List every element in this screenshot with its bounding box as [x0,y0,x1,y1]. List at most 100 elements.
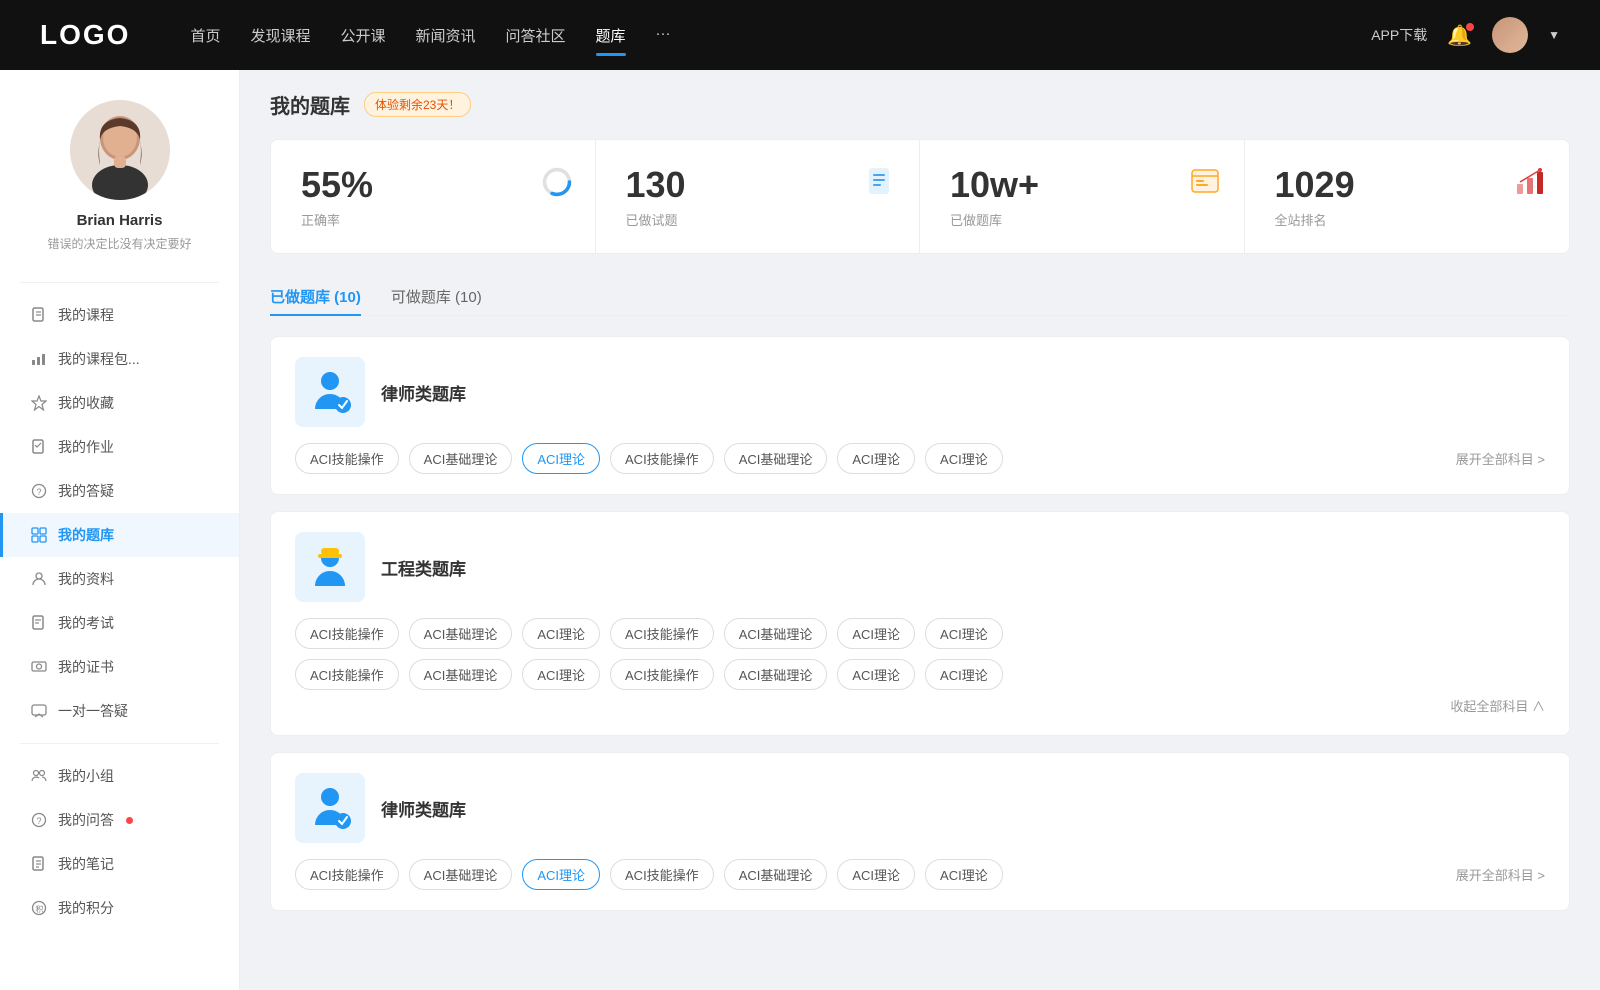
sidebar-label: 我的收藏 [58,393,114,413]
bank-title-2: 工程类题库 [381,555,466,580]
tag[interactable]: ACI基础理论 [409,443,513,474]
sidebar-label: 我的课程 [58,305,114,325]
sidebar-item-1on1[interactable]: 一对一答疑 [0,689,239,733]
sidebar-menu: 我的课程 我的课程包... 我的收藏 我的作业 [0,293,239,930]
bank-tags-row-2a: ACI技能操作 ACI基础理论 ACI理论 ACI技能操作 ACI基础理论 AC… [295,618,1545,649]
tag[interactable]: ACI理论 [925,443,1003,474]
stat-banks: 10w+ 已做题库 [920,140,1245,253]
tag[interactable]: ACI基础理论 [409,659,513,690]
sidebar-divider-1 [20,282,219,283]
sidebar-label: 我的笔记 [58,854,114,874]
sidebar-profile: Brian Harris 错误的决定比没有决定要好 [0,70,239,272]
grid-icon [30,526,48,544]
bank-icon-lawyer-2 [295,773,365,843]
sidebar-item-question-bank[interactable]: 我的题库 [0,513,239,557]
expand-link-1[interactable]: 展开全部科目 > [1456,449,1545,468]
accuracy-icon [539,164,575,200]
sidebar-item-qa[interactable]: ? 我的答疑 [0,469,239,513]
tag[interactable]: ACI基础理论 [724,859,828,890]
sidebar-item-favorites[interactable]: 我的收藏 [0,381,239,425]
sidebar-item-certificate[interactable]: 我的证书 [0,645,239,689]
tag[interactable]: ACI基础理论 [409,618,513,649]
tag[interactable]: ACI理论 [837,618,915,649]
sidebar-label: 一对一答疑 [58,701,128,721]
stats-row: 55% 正确率 130 已做试题 [270,139,1570,254]
page-title: 我的题库 [270,90,350,119]
sidebar-item-course-package[interactable]: 我的课程包... [0,337,239,381]
points-icon: 积 [30,899,48,917]
tag[interactable]: ACI基础理论 [409,859,513,890]
tag[interactable]: ACI基础理论 [724,443,828,474]
logo: LOGO [40,19,130,51]
sidebar-label: 我的证书 [58,657,114,677]
tag[interactable]: ACI技能操作 [610,618,714,649]
tag[interactable]: ACI理论 [522,659,600,690]
tag[interactable]: ACI理论 [837,659,915,690]
nav-news[interactable]: 新闻资讯 [416,20,476,51]
bank-card-header: 律师类题库 [295,773,1545,843]
sidebar-label: 我的课程包... [58,349,140,369]
tag[interactable]: ACI理论 [837,443,915,474]
tag[interactable]: ACI基础理论 [724,659,828,690]
sidebar-divider-2 [20,743,219,744]
sidebar-item-my-qa[interactable]: ? 我的问答 [0,798,239,842]
sidebar-item-notes[interactable]: 我的笔记 [0,842,239,886]
bank-tags-row-3: ACI技能操作 ACI基础理论 ACI理论 ACI技能操作 ACI基础理论 AC… [295,859,1545,890]
sidebar-item-points[interactable]: 积 我的积分 [0,886,239,930]
nav-discover[interactable]: 发现课程 [250,20,310,51]
tag-selected[interactable]: ACI理论 [522,859,600,890]
tag[interactable]: ACI理论 [925,859,1003,890]
tabs-row: 已做题库 (10) 可做题库 (10) [270,278,1570,316]
ranking-icon [1513,164,1549,200]
profile-avatar [70,100,170,200]
notification-bell[interactable]: 🔔 [1447,23,1472,48]
nav-qa[interactable]: 问答社区 [506,20,566,51]
tag[interactable]: ACI技能操作 [610,859,714,890]
nav-more[interactable]: ··· [656,20,671,51]
sidebar-item-course[interactable]: 我的课程 [0,293,239,337]
tab-done[interactable]: 已做题库 (10) [270,278,361,315]
tab-available[interactable]: 可做题库 (10) [391,278,482,315]
stat-ranking: 1029 全站排名 [1245,140,1570,253]
bank-card-engineer: 工程类题库 ACI技能操作 ACI基础理论 ACI理论 ACI技能操作 ACI基… [270,511,1570,736]
bank-card-header: 工程类题库 [295,532,1545,602]
sidebar-item-homework[interactable]: 我的作业 [0,425,239,469]
tag[interactable]: ACI技能操作 [295,659,399,690]
profile-motto: 错误的决定比没有决定要好 [47,235,191,252]
nav-links: 首页 发现课程 公开课 新闻资讯 问答社区 题库 ··· [190,20,1371,51]
svg-text:?: ? [37,816,42,826]
user-menu-chevron[interactable]: ▼ [1548,28,1560,42]
collapse-link[interactable]: 收起全部科目 ∧ [295,696,1545,715]
stat-label-banks: 已做题库 [950,210,1002,229]
stat-value-ranking: 1029 [1275,164,1355,206]
tag[interactable]: ACI技能操作 [610,659,714,690]
nav-home[interactable]: 首页 [190,20,220,51]
tag[interactable]: ACI理论 [522,618,600,649]
expand-link-3[interactable]: 展开全部科目 > [1456,865,1545,884]
tag[interactable]: ACI基础理论 [724,618,828,649]
qa-badge-dot [126,817,133,824]
tag[interactable]: ACI理论 [837,859,915,890]
bank-card-lawyer-2: 律师类题库 ACI技能操作 ACI基础理论 ACI理论 ACI技能操作 ACI基… [270,752,1570,911]
tag-selected[interactable]: ACI理论 [522,443,600,474]
nav-open-course[interactable]: 公开课 [340,20,385,51]
sidebar-label: 我的小组 [58,766,114,786]
tag[interactable]: ACI技能操作 [295,618,399,649]
nav-question-bank[interactable]: 题库 [596,20,626,51]
sidebar-item-materials[interactable]: 我的资料 [0,557,239,601]
homework-icon [30,438,48,456]
note-icon [30,855,48,873]
trial-badge: 体验剩余23天！ [364,92,471,117]
sidebar-item-exam[interactable]: 我的考试 [0,601,239,645]
people-icon [30,570,48,588]
tag[interactable]: ACI技能操作 [295,443,399,474]
tag[interactable]: ACI理论 [925,618,1003,649]
avatar[interactable] [1492,17,1528,53]
sidebar-label: 我的问答 [58,810,114,830]
app-download-button[interactable]: APP下载 [1371,25,1427,45]
tag[interactable]: ACI理论 [925,659,1003,690]
profile-name: Brian Harris [77,212,163,229]
sidebar-item-group[interactable]: 我的小组 [0,754,239,798]
tag[interactable]: ACI技能操作 [295,859,399,890]
tag[interactable]: ACI技能操作 [610,443,714,474]
